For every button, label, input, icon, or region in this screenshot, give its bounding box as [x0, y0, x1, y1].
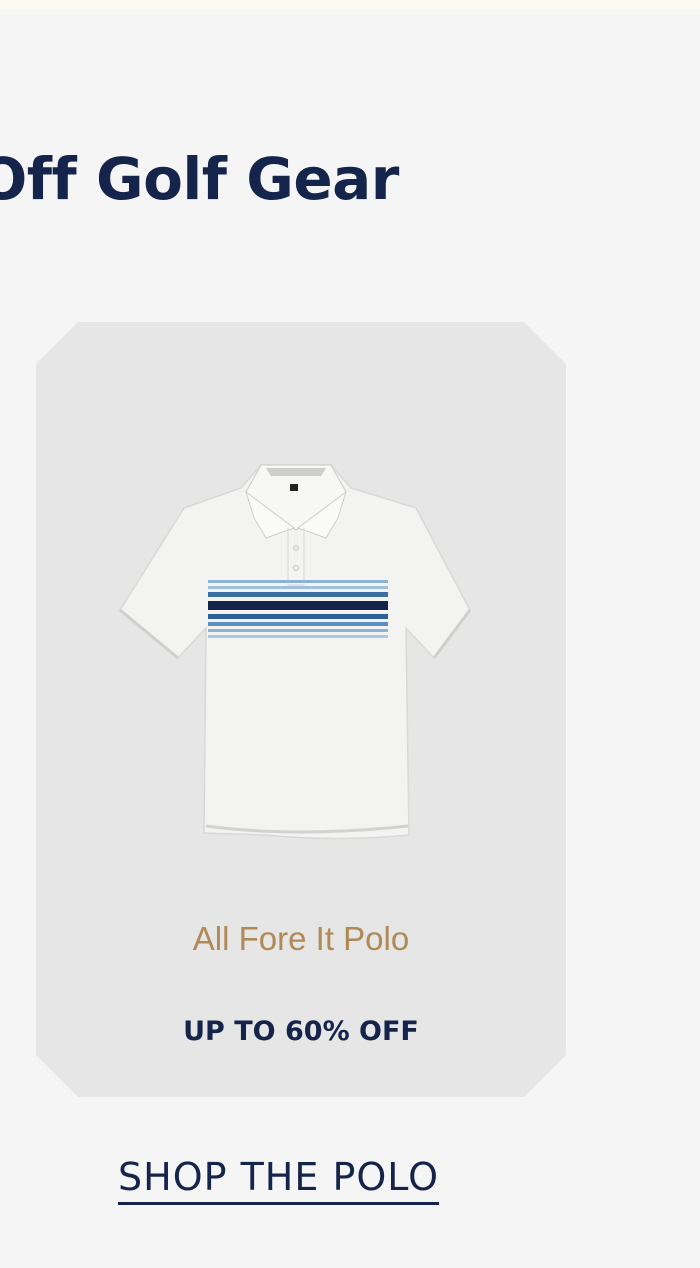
product-card[interactable]: [36, 322, 566, 1097]
shop-the-polo-link[interactable]: SHOP THE POLO: [118, 1158, 440, 1205]
discount-label: UP TO 60% OFF: [183, 1016, 419, 1047]
page-title: Off Golf Gear: [0, 145, 399, 213]
product-name[interactable]: All Fore It Polo: [0, 922, 602, 955]
polo-shirt-image[interactable]: [116, 460, 476, 840]
top-banner-strip: [0, 0, 700, 10]
